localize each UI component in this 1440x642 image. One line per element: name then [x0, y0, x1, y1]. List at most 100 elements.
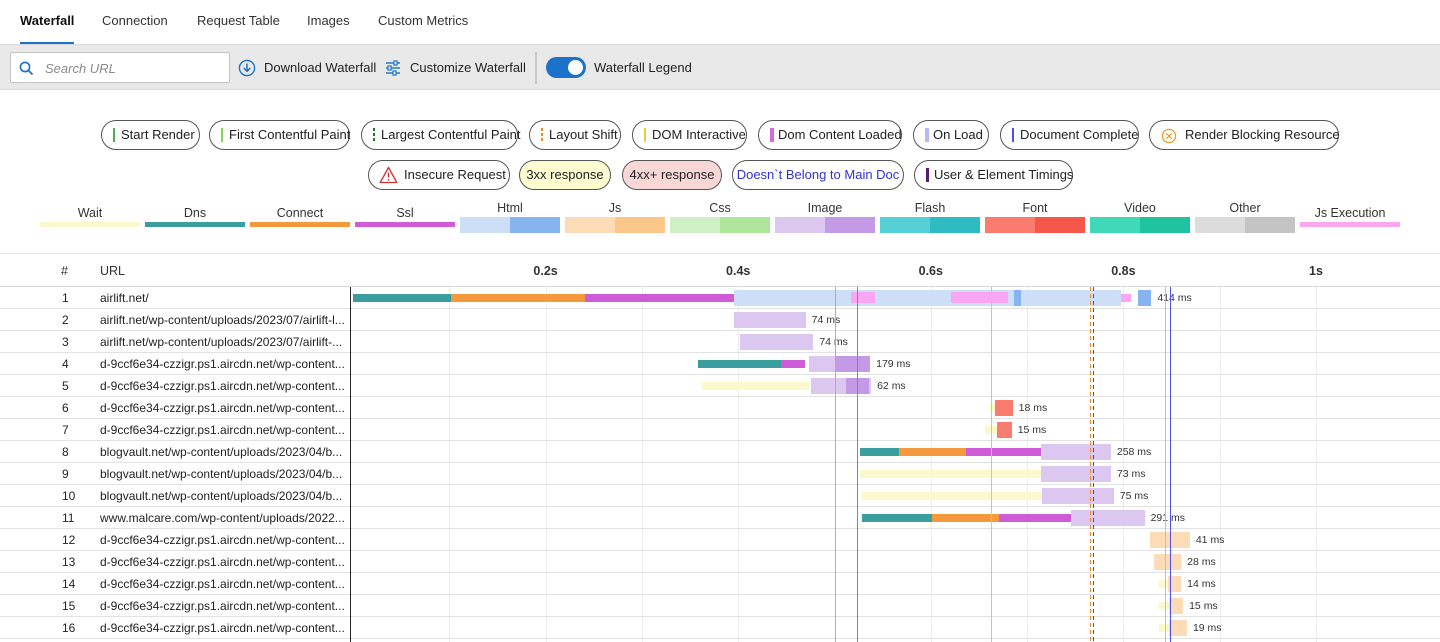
timing-segment — [353, 294, 452, 302]
category-label: Font — [1022, 201, 1048, 215]
category-ssl: Ssl — [355, 206, 455, 236]
row-url[interactable]: d-9ccf6e34-czzigr.ps1.aircdn.net/wp-cont… — [100, 621, 348, 635]
timing-segment — [1041, 488, 1114, 504]
row-url[interactable]: d-9ccf6e34-czzigr.ps1.aircdn.net/wp-cont… — [100, 533, 348, 547]
legend-document-complete[interactable]: Document Complete — [1000, 120, 1139, 150]
search-input[interactable] — [45, 58, 225, 78]
table-row[interactable]: 3 airlift.net/wp-content/uploads/2023/07/… — [0, 331, 1440, 353]
row-url[interactable]: airlift.net/ — [100, 291, 348, 305]
legend-4xx-response[interactable]: 4xx+ response — [622, 160, 722, 190]
category-css: Css — [670, 201, 770, 233]
row-number: 9 — [62, 467, 69, 481]
legend-3xx-response[interactable]: 3xx response — [519, 160, 611, 190]
legend-layout-shift-label: Layout Shift — [549, 127, 618, 142]
row-url[interactable]: www.malcare.com/wp-content/uploads/2022.… — [100, 511, 348, 525]
row-number: 1 — [62, 291, 69, 305]
row-number: 10 — [62, 489, 76, 503]
table-row[interactable]: 14 d-9ccf6e34-czzigr.ps1.aircdn.net/wp-co… — [0, 573, 1440, 595]
row-duration: 28 ms — [1187, 556, 1216, 568]
category-connect: Connect — [250, 206, 350, 236]
row-url[interactable]: d-9ccf6e34-czzigr.ps1.aircdn.net/wp-cont… — [100, 577, 348, 591]
tab-connection[interactable]: Connection — [102, 0, 168, 44]
table-row[interactable]: 2 airlift.net/wp-content/uploads/2023/07/… — [0, 309, 1440, 331]
js-execution-segment — [850, 292, 875, 303]
row-url[interactable]: d-9ccf6e34-czzigr.ps1.aircdn.net/wp-cont… — [100, 423, 348, 437]
row-number: 14 — [62, 577, 76, 591]
timing-segment — [734, 312, 806, 328]
legend-layout-shift[interactable]: Layout Shift — [529, 120, 621, 150]
row-number: 7 — [62, 423, 69, 437]
table-row[interactable]: 9 blogvault.net/wp-content/uploads/2023/0… — [0, 463, 1440, 485]
table-row[interactable]: 1 airlift.net/414 ms — [0, 287, 1440, 309]
legend-render-blocking-resource[interactable]: Render Blocking Resource — [1149, 120, 1340, 150]
row-number: 5 — [62, 379, 69, 393]
table-row[interactable]: 13 d-9ccf6e34-czzigr.ps1.aircdn.net/wp-co… — [0, 551, 1440, 573]
table-row[interactable]: 16 d-9ccf6e34-czzigr.ps1.aircdn.net/wp-co… — [0, 617, 1440, 639]
row-duration: 62 ms — [877, 380, 906, 392]
category-swatch — [145, 222, 245, 227]
row-url[interactable]: d-9ccf6e34-czzigr.ps1.aircdn.net/wp-cont… — [100, 599, 348, 613]
table-row[interactable]: 12 d-9ccf6e34-czzigr.ps1.aircdn.net/wp-co… — [0, 529, 1440, 551]
start-render-marker — [113, 128, 115, 142]
row-url[interactable]: airlift.net/wp-content/uploads/2023/07/a… — [100, 313, 348, 327]
legend-on-load[interactable]: On Load — [913, 120, 989, 150]
row-duration: 18 ms — [1018, 402, 1048, 414]
layout-shift-marker — [541, 128, 543, 142]
row-url[interactable]: airlift.net/wp-content/uploads/2023/07/a… — [100, 335, 348, 349]
row-number: 8 — [62, 445, 69, 459]
table-row[interactable]: 4 d-9ccf6e34-czzigr.ps1.aircdn.net/wp-con… — [0, 353, 1440, 375]
download-waterfall-button[interactable]: Download Waterfall — [238, 58, 378, 78]
table-row[interactable]: 11 www.malcare.com/wp-content/uploads/202… — [0, 507, 1440, 529]
row-url[interactable]: d-9ccf6e34-czzigr.ps1.aircdn.net/wp-cont… — [100, 555, 348, 569]
row-duration: 15 ms — [1189, 600, 1218, 612]
timing-segment — [1154, 554, 1182, 570]
row-url[interactable]: d-9ccf6e34-czzigr.ps1.aircdn.net/wp-cont… — [100, 357, 348, 371]
legend-dom-content-loaded[interactable]: Dom Content Loaded — [758, 120, 902, 150]
timing-segment — [1168, 598, 1184, 614]
layout-shift-line — [1089, 287, 1091, 642]
legend-user-element-timings[interactable]: User & Element Timings — [914, 160, 1073, 190]
legend-not-main-doc[interactable]: Doesn`t Belong to Main Doc — [732, 160, 904, 190]
row-number: 2 — [62, 313, 69, 327]
tab-request-table[interactable]: Request Table — [197, 0, 280, 44]
legend-largest-contentful-paint[interactable]: Largest Contentful Paint — [361, 120, 520, 150]
row-duration: 414 ms — [1157, 292, 1192, 304]
waterfall-legend-toggle[interactable] — [546, 57, 586, 78]
row-url[interactable]: d-9ccf6e34-czzigr.ps1.aircdn.net/wp-cont… — [100, 401, 348, 415]
table-row[interactable]: 6 d-9ccf6e34-czzigr.ps1.aircdn.net/wp-con… — [0, 397, 1440, 419]
table-row[interactable]: 5 d-9ccf6e34-czzigr.ps1.aircdn.net/wp-con… — [0, 375, 1440, 397]
tab-custom-metrics[interactable]: Custom Metrics — [378, 0, 468, 44]
legend-first-contentful-paint-label: First Contentful Paint — [229, 127, 351, 142]
table-row[interactable]: 15 d-9ccf6e34-czzigr.ps1.aircdn.net/wp-co… — [0, 595, 1440, 617]
table-row[interactable]: 7 d-9ccf6e34-czzigr.ps1.aircdn.net/wp-con… — [0, 419, 1440, 441]
row-number: 16 — [62, 621, 76, 635]
row-url[interactable]: blogvault.net/wp-content/uploads/2023/04… — [100, 489, 348, 503]
sliders-icon — [386, 60, 400, 76]
row-url[interactable]: blogvault.net/wp-content/uploads/2023/04… — [100, 445, 348, 459]
timing-segment — [1013, 290, 1022, 306]
tab-images[interactable]: Images — [307, 0, 350, 44]
legend-first-contentful-paint[interactable]: First Contentful Paint — [209, 120, 350, 150]
category-image: Image — [775, 201, 875, 233]
tab-waterfall[interactable]: Waterfall — [20, 0, 75, 44]
table-row[interactable]: 10 blogvault.net/wp-content/uploads/2023/… — [0, 485, 1440, 507]
legend-start-render[interactable]: Start Render — [101, 120, 200, 150]
row-url[interactable]: blogvault.net/wp-content/uploads/2023/04… — [100, 467, 348, 481]
customize-waterfall-button[interactable]: Customize Waterfall — [384, 58, 526, 78]
legend-dom-interactive[interactable]: DOM Interactive — [632, 120, 747, 150]
category-swatch — [775, 217, 875, 233]
category-swatch — [40, 222, 140, 227]
timing-segment — [1159, 580, 1168, 588]
category-js-execution: Js Execution — [1300, 206, 1400, 236]
tick-label: 0.6s — [918, 264, 943, 278]
legend-not-main-doc-label: Doesn`t Belong to Main Doc — [736, 167, 900, 182]
legend-insecure-request[interactable]: Insecure Request — [368, 160, 510, 190]
timing-segment — [585, 294, 735, 302]
legend-user-element-timings-label: User & Element Timings — [934, 167, 1074, 182]
table-row[interactable]: 8 blogvault.net/wp-content/uploads/2023/0… — [0, 441, 1440, 463]
toolbar-divider — [535, 52, 537, 84]
dom-content-loaded-marker — [770, 128, 774, 142]
row-url[interactable]: d-9ccf6e34-czzigr.ps1.aircdn.net/wp-cont… — [100, 379, 348, 393]
category-label: Video — [1124, 201, 1156, 215]
largest-contentful-paint-marker — [373, 128, 375, 142]
